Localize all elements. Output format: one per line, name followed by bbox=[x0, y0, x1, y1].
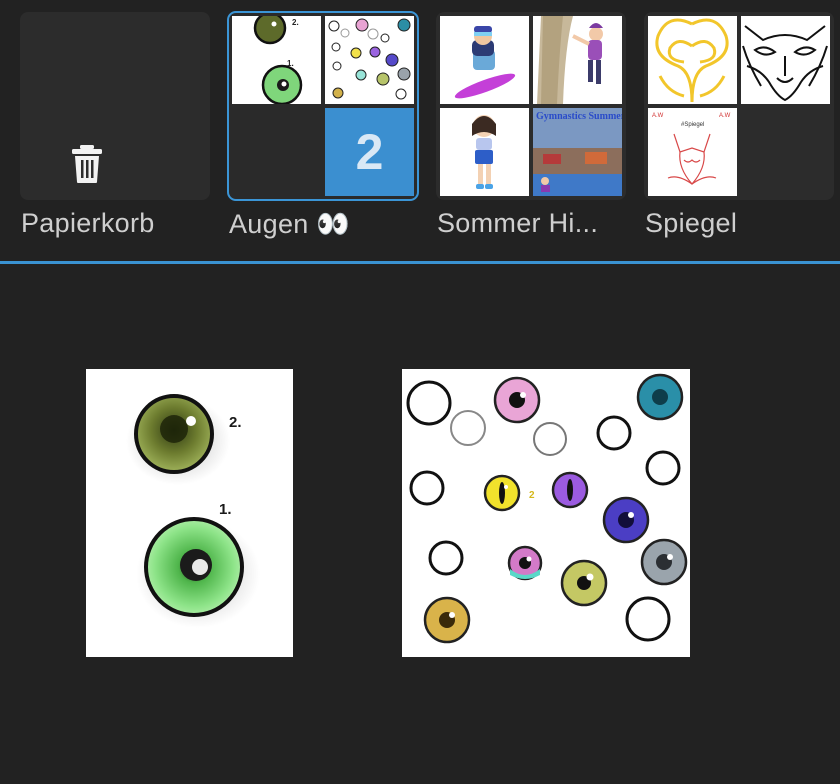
folder-strip-divider bbox=[0, 261, 840, 264]
eye-label-2-canvas: 2. bbox=[229, 414, 242, 431]
svg-text:A.W: A.W bbox=[652, 113, 664, 119]
folder-thumb-eyes-2 bbox=[325, 16, 414, 104]
eye-label-2: 2. bbox=[292, 18, 299, 27]
folder-thumb-yellow-mirror bbox=[648, 16, 737, 104]
folder-sommer[interactable]: Gymnastics Summer bbox=[436, 12, 626, 200]
eye-label-1-canvas: 1. bbox=[219, 501, 232, 518]
artwork-eyes-green[interactable]: 2. 1. bbox=[86, 369, 293, 657]
eye-label-canvas-2: 2 bbox=[529, 490, 535, 501]
folder-thumb-gymnastics: Gymnastics Summer bbox=[533, 108, 622, 196]
folder-thumb-cat-mirror bbox=[741, 16, 830, 104]
folder-label-augen: Augen 👀 bbox=[229, 209, 351, 239]
folder-thumb-empty bbox=[232, 108, 321, 196]
svg-text:A.W: A.W bbox=[719, 113, 731, 119]
folder-spiegel[interactable]: A.W A.W #Spiegel bbox=[644, 12, 834, 200]
artwork-eyes-colorful[interactable]: 2 bbox=[402, 369, 690, 657]
folder-thumb-girl bbox=[440, 108, 529, 196]
folder-thumb-fox-mirror: A.W A.W #Spiegel bbox=[648, 108, 737, 196]
folder-label-trash: Papierkorb bbox=[21, 208, 155, 238]
folder-label-sommer: Sommer Hi... bbox=[437, 208, 599, 238]
folder-augen[interactable]: 2. 1. 2 bbox=[227, 11, 419, 201]
folder-thumb-empty bbox=[741, 108, 830, 196]
folder-count-badge: 2 bbox=[325, 108, 414, 196]
folder-strip: Papierkorb 2. 1. 2 Augen 👀 Gymnastics Su… bbox=[0, 0, 840, 262]
folder-thumb-climber bbox=[533, 16, 622, 104]
folder-thumb-snowboarder bbox=[440, 16, 529, 104]
folder-thumb-eyes-1: 2. 1. bbox=[232, 16, 321, 104]
spiegel-thumb-text: #Spiegel bbox=[681, 122, 704, 128]
folder-label-spiegel: Spiegel bbox=[645, 208, 738, 238]
trash-icon bbox=[72, 145, 102, 183]
gymnastics-thumb-text: Gymnastics Summer bbox=[536, 111, 622, 122]
folder-trash[interactable] bbox=[20, 12, 210, 200]
